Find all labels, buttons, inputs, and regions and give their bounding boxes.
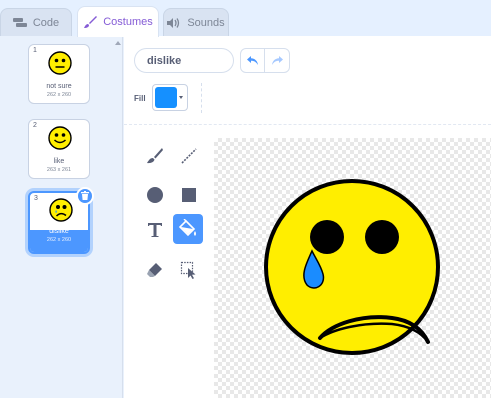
happy-face-thumbnail [48, 126, 72, 150]
fill-tool[interactable] [173, 214, 203, 244]
tab-code[interactable]: Code [0, 8, 72, 36]
separator [124, 124, 491, 125]
line-tool[interactable] [176, 143, 202, 169]
rectangle-icon [180, 186, 198, 204]
brush-icon [83, 15, 98, 29]
paint-editor: Fill [124, 36, 491, 398]
costume-number: 1 [33, 47, 37, 54]
costume-item-like[interactable]: 2 like 263 x 261 [28, 119, 90, 179]
redo-icon [271, 52, 283, 70]
select-tool[interactable] [176, 257, 202, 283]
speaker-icon [167, 17, 181, 28]
delete-costume-button[interactable] [76, 187, 94, 205]
trash-icon [81, 187, 89, 205]
sad-face-drawing [264, 179, 440, 355]
circle-icon [146, 186, 164, 204]
rectangle-tool[interactable] [176, 182, 202, 208]
eraser-tool[interactable] [142, 257, 168, 283]
neutral-face-thumbnail [48, 51, 72, 75]
costume-number: 3 [34, 195, 38, 202]
code-blocks-icon [12, 17, 27, 28]
undo-icon [246, 52, 259, 70]
costume-name: not sure [46, 83, 72, 90]
costume-size: 262 x 260 [46, 92, 72, 98]
tab-sounds[interactable]: Sounds [163, 8, 229, 36]
costume-name: dislike [49, 228, 69, 235]
eraser-icon [146, 261, 164, 279]
undo-button[interactable] [241, 49, 266, 72]
chevron-down-icon [179, 96, 183, 99]
tab-code-label: Code [32, 16, 60, 29]
undo-redo-group [240, 48, 290, 73]
brush-icon [146, 147, 164, 165]
drawing-canvas[interactable] [214, 138, 491, 398]
costume-item-not-sure[interactable]: 1 not sure 262 x 260 [28, 44, 90, 104]
costume-name-input[interactable] [134, 48, 234, 73]
text-tool[interactable] [142, 217, 168, 243]
text-icon [146, 221, 164, 239]
fill-color-picker[interactable] [152, 84, 188, 111]
fill-color-swatch [155, 87, 177, 108]
tab-costumes-label: Costumes [103, 16, 153, 28]
fill-label: Fill [134, 94, 146, 103]
costume-size: 263 x 261 [46, 167, 72, 173]
redo-button[interactable] [265, 49, 289, 72]
fill-bucket-icon [178, 219, 198, 239]
divider [201, 83, 202, 113]
line-icon [180, 147, 198, 165]
select-icon [180, 261, 198, 279]
brush-tool[interactable] [142, 143, 168, 169]
sad-face-thumbnail [49, 198, 73, 222]
costume-size: 262 x 260 [46, 237, 72, 243]
costume-number: 2 [33, 122, 37, 129]
tab-bar: Code Costumes Sounds [0, 0, 491, 37]
tab-costumes[interactable]: Costumes [77, 6, 159, 37]
costume-name: like [53, 158, 65, 165]
circle-tool[interactable] [142, 182, 168, 208]
scroll-up-arrow-icon[interactable] [115, 41, 121, 45]
tab-sounds-label: Sounds [187, 16, 225, 29]
